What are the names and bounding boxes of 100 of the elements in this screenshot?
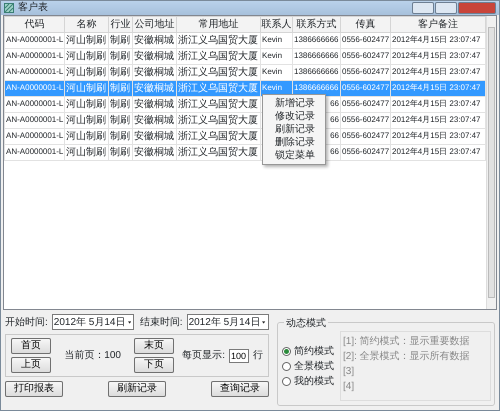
- minimize-button[interactable]: [412, 2, 434, 14]
- radio-icon[interactable]: [282, 346, 291, 356]
- app-icon: [4, 2, 14, 13]
- table-cell: AN-A0000001-L: [4, 96, 64, 112]
- table-cell: AN-A0000001-L: [4, 80, 64, 96]
- table-cell: Kevin: [260, 48, 292, 64]
- radio-option[interactable]: 我的模式: [282, 374, 334, 388]
- note-text: [3]: [343, 365, 356, 379]
- per-page-input[interactable]: 100: [229, 348, 249, 362]
- column-header[interactable]: 联系人: [260, 16, 292, 32]
- window-title: 客户表: [18, 2, 48, 14]
- table-cell: 0556-602477: [340, 112, 390, 128]
- table-cell: 2012年4月15日 23:07:47: [390, 32, 486, 48]
- table-cell: 2012年4月15日 23:07:47: [390, 144, 486, 160]
- date-picker[interactable]: 2012年 5月14日: [52, 314, 134, 330]
- column-header[interactable]: 行业: [108, 16, 132, 32]
- maximize-button[interactable]: [435, 2, 457, 14]
- table-cell: AN-A0000001-L: [4, 64, 64, 80]
- table-cell: 2012年4月15日 23:07:47: [390, 128, 486, 144]
- table-cell: 河山制刷: [64, 32, 108, 48]
- table-cell: 1386666666: [292, 32, 340, 48]
- table-cell: 安徽桐城: [132, 96, 176, 112]
- column-header[interactable]: 联系方式: [292, 16, 340, 32]
- table-cell: AN-A0000001-L: [4, 128, 64, 144]
- table-cell: 浙江义乌国贸大厦: [176, 128, 260, 144]
- table-cell: 1386666666: [292, 48, 340, 64]
- dropdown-arrow-icon[interactable]: [262, 320, 266, 324]
- table-cell: 河山制刷: [64, 96, 108, 112]
- table-cell: Kevin: [260, 32, 292, 48]
- table-cell: 浙江义乌国贸大厦: [176, 64, 260, 80]
- table-cell: 制刷: [108, 48, 132, 64]
- column-header[interactable]: 名称: [64, 16, 108, 32]
- radio-option[interactable]: 简约模式: [282, 344, 334, 358]
- note-text: [4]: [343, 380, 356, 394]
- table-cell: 制刷: [108, 96, 132, 112]
- note-text: [2]: 全景模式：显示所有数据: [343, 350, 471, 364]
- table-cell: 0556-602477: [340, 48, 390, 64]
- current-page-label: 当前页：100: [63, 348, 122, 363]
- table-cell: 2012年4月15日 23:07:47: [390, 64, 486, 80]
- table-cell: 安徽桐城: [132, 80, 176, 96]
- column-header[interactable]: 客户备注: [390, 16, 486, 32]
- table-cell: 安徽桐城: [132, 64, 176, 80]
- table-cell: 制刷: [108, 32, 132, 48]
- first-page-button[interactable]: 首页: [11, 338, 51, 354]
- note-text: [1]: 简约模式：显示重要数据: [343, 334, 471, 349]
- radio-icon[interactable]: [282, 362, 291, 370]
- table-cell: 2012年4月15日 23:07:47: [390, 112, 486, 128]
- table-cell: 0556-602477: [340, 32, 390, 48]
- table-cell: 安徽桐城: [132, 48, 176, 64]
- unit-label: 行: [253, 349, 263, 363]
- column-header[interactable]: 传真: [340, 16, 390, 32]
- table-cell: 1386666666: [292, 64, 340, 80]
- table-cell: 浙江义乌国贸大厦: [176, 112, 260, 128]
- table-cell: 0556-602477: [340, 80, 390, 96]
- column-header[interactable]: 代码: [4, 16, 64, 32]
- table-cell: 浙江义乌国贸大厦: [176, 144, 260, 160]
- table-cell: 制刷: [108, 80, 132, 96]
- table-cell: 制刷: [108, 144, 132, 160]
- table-cell: AN-A0000001-L: [4, 48, 64, 64]
- action-button[interactable]: 查询记录: [211, 381, 269, 397]
- action-button[interactable]: 刷新记录: [108, 381, 166, 397]
- table-cell: AN-A0000001-L: [4, 32, 64, 48]
- action-button[interactable]: 打印报表: [5, 381, 63, 397]
- table-cell: AN-A0000001-L: [4, 112, 64, 128]
- dropdown-arrow-icon[interactable]: [128, 320, 131, 324]
- table-cell: 浙江义乌国贸大厦: [176, 96, 260, 112]
- next-page-button[interactable]: 下页: [134, 357, 174, 373]
- date-picker[interactable]: 2012年 5月14日: [186, 314, 269, 330]
- table-cell: 0556-602477: [340, 64, 390, 80]
- table-cell: 0556-602477: [340, 96, 390, 112]
- table-cell: 0556-602477: [340, 128, 390, 144]
- radio-option[interactable]: 全景模式: [282, 358, 334, 374]
- table-cell: 安徽桐城: [132, 32, 176, 48]
- table-cell: 2012年4月15日 23:07:47: [390, 48, 486, 64]
- table-cell: 制刷: [108, 112, 132, 128]
- prev-page-button[interactable]: 上页: [11, 357, 51, 373]
- table-cell: 制刷: [108, 64, 132, 80]
- table-cell: 浙江义乌国贸大厦: [176, 32, 260, 48]
- table-cell: 河山制刷: [64, 128, 108, 144]
- radio-icon[interactable]: [282, 376, 291, 386]
- table-cell: 0556-602477: [340, 144, 390, 160]
- field-label: 结束时间:: [140, 316, 183, 330]
- table-cell: 浙江义乌国贸大厦: [176, 48, 260, 64]
- table-cell: 制刷: [108, 128, 132, 144]
- table-cell: 河山制刷: [64, 144, 108, 160]
- table-cell: 安徽桐城: [132, 112, 176, 128]
- column-header[interactable]: 公司地址: [132, 16, 176, 32]
- last-page-button[interactable]: 末页: [134, 338, 174, 354]
- table-cell: 2012年4月15日 23:07:47: [390, 96, 486, 112]
- table-cell: 河山制刷: [64, 80, 108, 96]
- table-cell: 河山制刷: [64, 64, 108, 80]
- table-cell: Kevin: [260, 64, 292, 80]
- table-cell: 河山制刷: [64, 112, 108, 128]
- close-button[interactable]: [458, 2, 496, 14]
- scrollbar[interactable]: [486, 16, 496, 309]
- field-label: 开始时间:: [5, 316, 48, 330]
- table-cell: 浙江义乌国贸大厦: [176, 80, 260, 96]
- table-cell: 河山制刷: [64, 48, 108, 64]
- column-header[interactable]: 常用地址: [176, 16, 260, 32]
- per-page-label: 每页显示:: [182, 349, 225, 363]
